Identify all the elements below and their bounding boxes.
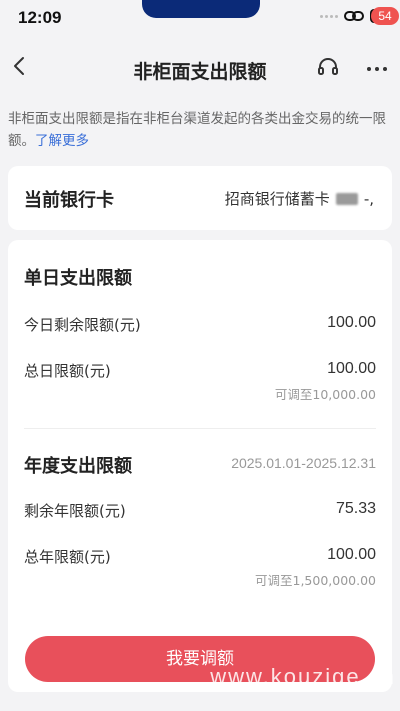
- yearly-date-range: 2025.01.01-2025.12.31: [231, 455, 376, 471]
- yearly-total-label: 总年限额(元): [24, 548, 111, 566]
- link-icon: [343, 11, 364, 21]
- limit-description: 非柜面支出限额是指在非柜台渠道发起的各类出金交易的统一限额。了解更多: [8, 108, 396, 152]
- daily-remaining-value: 100.00: [327, 314, 376, 331]
- section-divider: [24, 428, 376, 429]
- status-bar: 12:09 97: [0, 0, 400, 36]
- yearly-remaining-label: 剩余年限额(元): [24, 502, 126, 520]
- status-time: 12:09: [18, 8, 62, 27]
- more-icon[interactable]: [364, 54, 390, 80]
- nav-bar: 非柜面支出限额: [0, 40, 400, 96]
- learn-more-link[interactable]: 了解更多: [35, 133, 89, 149]
- bank-card-label: 当前银行卡: [24, 190, 114, 211]
- daily-adjust-hint: 可调至10,000.00: [274, 387, 376, 402]
- limits-card: 单日支出限额 今日剩余限额(元) 100.00 总日限额(元) 100.00 可…: [8, 240, 392, 692]
- masked-card-number: [335, 192, 358, 205]
- yearly-adjust-hint: 可调至1,500,000.00: [255, 573, 376, 588]
- signal-icon: [319, 14, 338, 18]
- watermark: www.kouzige.cn: [210, 664, 396, 689]
- daily-limit-title: 单日支出限额: [24, 268, 132, 289]
- yearly-limit-title: 年度支出限额: [24, 456, 132, 477]
- page-title: 非柜面支出限额: [133, 61, 267, 83]
- camera-notch: [142, 0, 260, 18]
- yearly-remaining-value: 75.33: [335, 500, 376, 517]
- bank-card-row[interactable]: 当前银行卡 招商银行储蓄卡 -,: [8, 166, 392, 230]
- headset-icon[interactable]: [316, 55, 340, 79]
- daily-remaining-label: 今日剩余限额(元): [24, 316, 141, 334]
- bank-card-suffix: -,: [363, 189, 374, 208]
- yearly-total-value: 100.00: [327, 546, 376, 563]
- daily-total-label: 总日限额(元): [24, 362, 111, 380]
- daily-total-value: 100.00: [327, 360, 376, 377]
- message-badge: 54: [371, 7, 399, 25]
- bank-card-name: 招商银行储蓄卡: [224, 190, 330, 208]
- bank-card-value: 招商银行储蓄卡 -,: [225, 188, 374, 209]
